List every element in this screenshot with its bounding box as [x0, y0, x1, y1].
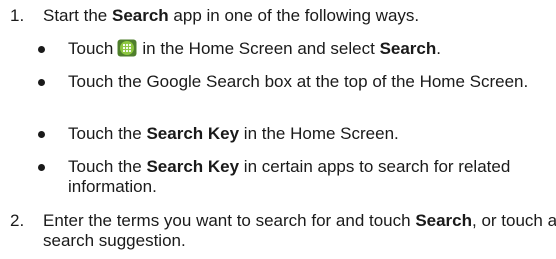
bullet-text-pre: Touch the: [68, 157, 147, 176]
bullet-dot: [38, 131, 45, 138]
bullet-dot: [38, 46, 45, 53]
bullet-text-post: in the Home Screen.: [239, 124, 399, 143]
bullet-text-pre: Touch: [68, 39, 114, 58]
step-text: Start the Search app in one of the follo…: [43, 6, 556, 26]
instruction-document: 1. Start the Search app in one of the fo…: [0, 0, 556, 259]
bullet-dot: [38, 79, 45, 86]
step-text-pre: Start the: [43, 6, 112, 25]
bullet-dot: [38, 164, 45, 171]
step-text-post: app in one of the following ways.: [168, 6, 420, 25]
bullet-text: Touch in the Home Screen and select Sear…: [68, 39, 538, 59]
step-text-pre: Enter the terms you want to search for a…: [43, 211, 416, 230]
bullet-text-bold: Search Key: [146, 157, 240, 176]
bullet-text-bold: Search Key: [146, 124, 240, 143]
bullet-text-pre: Touch the: [68, 124, 147, 143]
step-number: 1.: [10, 6, 25, 25]
step-text: Enter the terms you want to search for a…: [43, 211, 556, 251]
bullet-text: Touch the Google Search box at the top o…: [68, 72, 529, 91]
bullet-text-mid: in the Home Screen and select: [142, 39, 380, 58]
step-text-bold: Search: [415, 211, 473, 230]
bullet-text: Touch the Search Key in certain apps to …: [68, 157, 538, 197]
step-number: 2.: [10, 211, 25, 230]
bullet-text-bold: Search: [379, 39, 437, 58]
step-text-bold: Search: [111, 6, 169, 25]
bullet-text: Touch the Search Key in the Home Screen.: [68, 124, 538, 144]
launcher-grid-icon: [117, 39, 137, 57]
bullet-text-post: .: [436, 39, 441, 58]
